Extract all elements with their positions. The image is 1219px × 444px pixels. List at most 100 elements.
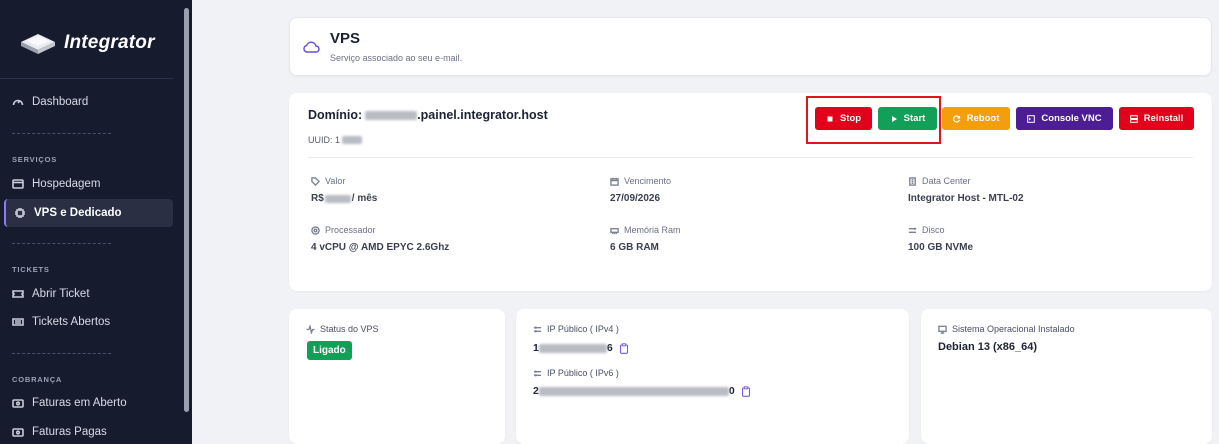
ipv4-end: 6	[606, 342, 613, 354]
spec-value: 27/09/2026	[610, 193, 661, 204]
uuid-row: UUID: 1	[308, 135, 363, 145]
monitor-icon	[938, 325, 947, 334]
ipv6-label-text: IP Público ( IPv6 )	[547, 368, 619, 378]
invoice-paid-icon	[12, 428, 24, 437]
os-card: Sistema Operacional Instalado Debian 13 …	[921, 309, 1212, 444]
spec-processador: Processador 4 vCPU @ AMD EPYC 2.6Ghz	[311, 225, 449, 253]
ipv6-end: 0	[728, 385, 735, 397]
redacted-text	[538, 386, 729, 396]
cpu-icon	[15, 208, 25, 218]
page-title: VPS	[330, 30, 361, 47]
sidebar-item-label: Abrir Ticket	[32, 288, 90, 300]
sidebar-item-abrir-ticket[interactable]: Abrir Ticket	[12, 283, 90, 305]
section-label-tickets: TICKETS	[12, 265, 50, 274]
start-label: Start	[903, 113, 926, 124]
sidebar-item-label: Hospedagem	[32, 178, 101, 190]
server-icon	[1129, 114, 1138, 123]
clipboard-icon[interactable]	[741, 385, 751, 397]
spec-datacenter: Data Center Integrator Host - MTL-02	[908, 176, 1024, 204]
clipboard-icon[interactable]	[619, 342, 629, 354]
os-label: Sistema Operacional Instalado	[938, 324, 1075, 334]
tag-icon	[311, 176, 320, 186]
sidebar-item-label: Faturas em Aberto	[32, 397, 127, 409]
calendar-icon	[610, 177, 619, 186]
sidebar-item-tickets-abertos[interactable]: Tickets Abertos	[12, 311, 110, 333]
invoice-icon	[12, 399, 24, 408]
status-label-text: Status do VPS	[320, 324, 379, 334]
terminal-icon	[1027, 114, 1036, 123]
ipv4-label: IP Público ( IPv4 )	[533, 324, 619, 334]
reinstall-button[interactable]: Reinstall	[1119, 107, 1194, 130]
domain-suffix: .painel.integrator.host	[417, 108, 548, 122]
os-value: Debian 13 (x86_64)	[938, 341, 1038, 353]
reinstall-label: Reinstall	[1143, 113, 1184, 124]
divider	[308, 157, 1193, 158]
sidebar-item-label: Dashboard	[32, 96, 89, 108]
reboot-button[interactable]: Reboot	[942, 107, 1010, 130]
spec-label: Data Center	[922, 176, 971, 186]
ipv6-label: IP Público ( IPv6 )	[533, 368, 619, 378]
brand[interactable]: Integrator	[18, 30, 155, 56]
play-icon	[891, 115, 897, 122]
spec-disco: Disco 100 GB NVMe	[908, 225, 973, 253]
spec-valor: Valor R$ / mês	[311, 176, 377, 204]
spec-label: Disco	[922, 225, 945, 235]
sidebar-separator	[12, 353, 111, 354]
spec-value-suffix: / mês	[351, 193, 378, 204]
ipv6-start: 2	[533, 385, 539, 397]
spec-label: Vencimento	[624, 176, 672, 186]
sidebar-item-label: VPS e Dedicado	[34, 207, 122, 219]
sidebar: Integrator Dashboard SERVIÇOS Hospedagem…	[0, 0, 192, 444]
sidebar-item-faturas-aberto[interactable]: Faturas em Aberto	[12, 392, 127, 414]
spec-vencimento: Vencimento 27/09/2026	[610, 176, 671, 204]
sidebar-item-vps[interactable]: VPS e Dedicado	[4, 199, 173, 227]
stop-button[interactable]: Stop	[815, 107, 872, 130]
ipv6-value: 2 0	[533, 385, 751, 397]
network-icon	[533, 369, 542, 377]
page-subtitle: Serviço associado ao seu e-mail.	[330, 53, 463, 63]
redacted-text	[538, 343, 607, 353]
spec-value: 6 GB RAM	[610, 242, 659, 253]
sidebar-divider	[0, 78, 173, 79]
sidebar-item-hospedagem[interactable]: Hospedagem	[12, 173, 100, 195]
ipv4-label-text: IP Público ( IPv4 )	[547, 324, 619, 334]
building-icon	[909, 176, 916, 186]
sidebar-item-faturas-pagas[interactable]: Faturas Pagas	[12, 421, 107, 443]
domain-heading: Domínio: .painel.integrator.host	[308, 108, 548, 122]
spec-label: Memória Ram	[624, 225, 681, 235]
page-header-card: VPS Serviço associado ao seu e-mail.	[289, 17, 1212, 76]
spec-memoria: Memória Ram 6 GB RAM	[610, 225, 681, 253]
network-icon	[533, 325, 542, 333]
sidebar-scrollbar[interactable]	[184, 8, 189, 412]
disk-icon	[908, 227, 917, 233]
spec-label: Processador	[325, 225, 376, 235]
spec-value: 4 vCPU @ AMD EPYC 2.6Ghz	[311, 242, 450, 253]
status-label: Status do VPS	[306, 324, 379, 334]
refresh-icon	[952, 114, 960, 123]
console-vnc-button[interactable]: Console VNC	[1016, 107, 1113, 130]
reboot-label: Reboot	[966, 113, 1000, 124]
ticket-icon	[12, 290, 24, 298]
sidebar-separator	[12, 133, 111, 134]
browser-window-icon	[12, 179, 24, 189]
processor-icon	[311, 225, 320, 235]
stop-label: Stop	[839, 113, 862, 124]
start-button[interactable]: Start	[878, 107, 937, 130]
memory-icon	[610, 227, 619, 234]
console-vnc-label: Console VNC	[1041, 113, 1102, 124]
redacted-text	[324, 194, 351, 203]
sidebar-item-label: Faturas Pagas	[32, 426, 107, 438]
uuid-label: UUID: 1	[308, 135, 341, 145]
domain-label: Domínio:	[308, 108, 363, 122]
cloud-icon	[303, 41, 320, 53]
redacted-text	[342, 136, 363, 144]
sidebar-item-label: Tickets Abertos	[32, 316, 111, 328]
section-label-servicos: SERVIÇOS	[12, 155, 58, 164]
gauge-icon	[12, 99, 24, 106]
network-card: IP Público ( IPv4 ) 1 6 IP Público ( IPv…	[516, 309, 909, 444]
sidebar-item-dashboard[interactable]: Dashboard	[12, 91, 88, 113]
tickets-list-icon	[12, 318, 24, 326]
spec-label: Valor	[325, 176, 346, 186]
status-badge: Ligado	[307, 341, 352, 360]
spec-value: R$	[311, 193, 324, 204]
